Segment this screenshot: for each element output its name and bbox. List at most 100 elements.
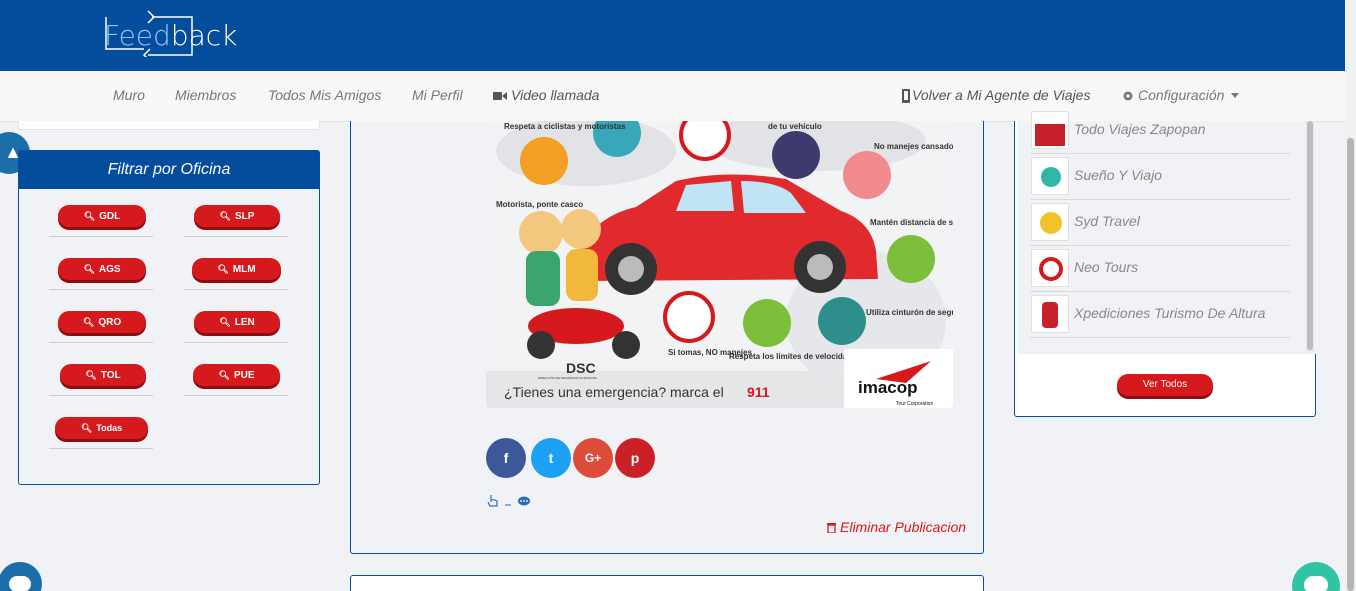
- office-button-todas[interactable]: 🔍︎ Todas: [55, 417, 148, 439]
- nav-video-label: Video llamada: [511, 87, 600, 103]
- infographic-label: Respeta los límites de velocidad: [729, 352, 852, 361]
- infographic-label: DIRECCIÓN DE SEGURIDAD CIUDADANA: [538, 375, 597, 380]
- infographic-label: 911: [747, 384, 770, 400]
- nav-miembros[interactable]: Miembros: [175, 87, 236, 103]
- nav-agent-label: Volver a Mi Agente de Viajes: [912, 87, 1091, 103]
- search-icon: 🔍︎: [83, 211, 96, 221]
- search-icon: 🔍︎: [219, 211, 231, 221]
- divider: [184, 289, 288, 290]
- office-button-slp[interactable]: 🔍︎ SLP: [194, 205, 280, 227]
- divider: [49, 289, 153, 290]
- post-infographic-image[interactable]: Respeta a ciclistas y motoristas de tu v…: [486, 121, 953, 408]
- office-button-mlm[interactable]: 🔍︎ MLM: [192, 258, 281, 280]
- office-label: MLM: [232, 264, 256, 275]
- agency-name: Sueño Y Viajo: [1074, 167, 1162, 183]
- search-icon: 🔍︎: [219, 317, 231, 327]
- infographic-label: ¿Tienes una emergencia? marca el: [504, 384, 724, 400]
- twitter-share-button[interactable]: t: [531, 438, 571, 478]
- dash-separator-icon: [505, 504, 512, 506]
- office-label: PUE: [233, 370, 255, 381]
- office-button-qro[interactable]: 🔍︎ QRO: [58, 311, 146, 333]
- agency-logo: [1031, 203, 1069, 241]
- search-icon: 🔍︎: [218, 370, 230, 380]
- nav-volver-agente[interactable]: Volver a Mi Agente de Viajes: [901, 87, 1091, 104]
- infographic-label: DSC: [566, 360, 596, 376]
- infographic-label: imacop: [858, 378, 918, 397]
- office-label: SLP: [234, 211, 255, 222]
- search-icon: 🔍︎: [217, 264, 229, 274]
- nav-todos-mis-amigos[interactable]: Todos Mis Amigos: [268, 87, 381, 103]
- reactions-row: [486, 494, 531, 511]
- agency-item[interactable]: Neo Tours: [1030, 246, 1290, 292]
- gear-icon: [1123, 91, 1133, 101]
- agency-logo: [1031, 295, 1069, 333]
- delete-post-link[interactable]: Eliminar Publicacion: [826, 519, 966, 535]
- infographic-label: de tu vehículo: [768, 122, 822, 131]
- agency-item[interactable]: Syd Travel: [1030, 200, 1290, 246]
- search-icon: 🔍︎: [83, 264, 95, 274]
- office-button-pue[interactable]: 🔍︎ PUE: [193, 364, 280, 386]
- divider: [49, 342, 153, 343]
- googleplus-share-button[interactable]: G+: [573, 438, 613, 478]
- office-label: AGS: [98, 264, 121, 275]
- infographic-label: Tour Corporation: [896, 401, 933, 407]
- agency-name: Neo Tours: [1074, 259, 1139, 275]
- office-button-gdl[interactable]: 🔍︎ GDL: [58, 205, 146, 227]
- search-icon: 🔍︎: [82, 317, 95, 327]
- next-post-card: [350, 575, 984, 591]
- office-button-ags[interactable]: 🔍︎ AGS: [58, 258, 146, 280]
- trash-icon: [827, 523, 836, 534]
- feedback-logo[interactable]: Feedback: [104, 9, 237, 57]
- office-label: LEN: [234, 317, 255, 328]
- chat-bubble-left-button[interactable]: [0, 562, 42, 591]
- comment-icon[interactable]: [517, 496, 531, 508]
- office-button-len[interactable]: 🔍︎ LEN: [194, 311, 280, 333]
- agency-item[interactable]: Sueño Y Viajo: [1030, 154, 1290, 200]
- video-camera-icon: [493, 92, 507, 101]
- hand-pointer-icon[interactable]: [486, 494, 500, 508]
- infographic-label: Mantén distancia de seguridad: [870, 218, 953, 227]
- divider: [49, 395, 153, 396]
- caret-down-icon: [1231, 93, 1240, 99]
- nav-configuracion[interactable]: Configuración: [1122, 87, 1240, 103]
- infographic-label: Respeta a ciclistas y motoristas: [504, 122, 626, 131]
- page-scrollbar-thumb[interactable]: [1347, 138, 1354, 591]
- wechat-chat-button[interactable]: [1292, 562, 1340, 591]
- agency-logo: [1031, 157, 1069, 195]
- agency-logo: [1031, 249, 1069, 287]
- delete-label: Eliminar Publicacion: [840, 519, 967, 535]
- divider: [49, 448, 153, 449]
- agencies-scrollbar-thumb[interactable]: [1307, 121, 1313, 350]
- divider: [184, 395, 288, 396]
- nav-config-label: Configuración: [1138, 87, 1225, 103]
- infographic-label: Utiliza cinturón de seguridad: [866, 308, 953, 317]
- phone-icon: [902, 89, 910, 104]
- office-label: GDL: [99, 211, 121, 222]
- agency-name: Todo Viajes Zapopan: [1074, 121, 1206, 137]
- divider: [184, 236, 288, 237]
- divider: [49, 236, 153, 237]
- office-label: Todas: [96, 423, 123, 433]
- nav-muro[interactable]: Muro: [113, 87, 145, 103]
- agency-logo: [1031, 111, 1069, 149]
- infographic-label: Motorista, ponte casco: [496, 200, 583, 209]
- filter-title: Filtrar por Oficina: [19, 151, 319, 189]
- office-label: TOL: [100, 370, 121, 381]
- facebook-share-button[interactable]: f: [486, 438, 526, 478]
- search-icon: 🔍︎: [85, 370, 97, 380]
- nav-mi-perfil[interactable]: Mi Perfil: [412, 87, 463, 103]
- agency-item[interactable]: Xpediciones Turismo De Altura: [1030, 292, 1290, 338]
- pinterest-share-button[interactable]: p: [615, 438, 655, 478]
- office-button-tol[interactable]: 🔍︎ TOL: [60, 364, 146, 386]
- agency-name: Xpediciones Turismo De Altura: [1074, 305, 1266, 321]
- agency-item[interactable]: Todo Viajes Zapopan: [1030, 108, 1290, 154]
- infographic-label: No manejes cansado: [874, 142, 953, 151]
- office-label: QRO: [98, 317, 122, 328]
- ver-todos-button[interactable]: Ver Todos: [1117, 374, 1213, 396]
- profile-card-bottom: [18, 121, 320, 130]
- nav-video-llamada[interactable]: Video llamada: [493, 87, 599, 103]
- top-header: Feedback: [0, 0, 1356, 71]
- agency-name: Syd Travel: [1074, 213, 1140, 229]
- search-icon: 🔍︎: [80, 423, 93, 433]
- logo-text: Feedback: [104, 19, 238, 52]
